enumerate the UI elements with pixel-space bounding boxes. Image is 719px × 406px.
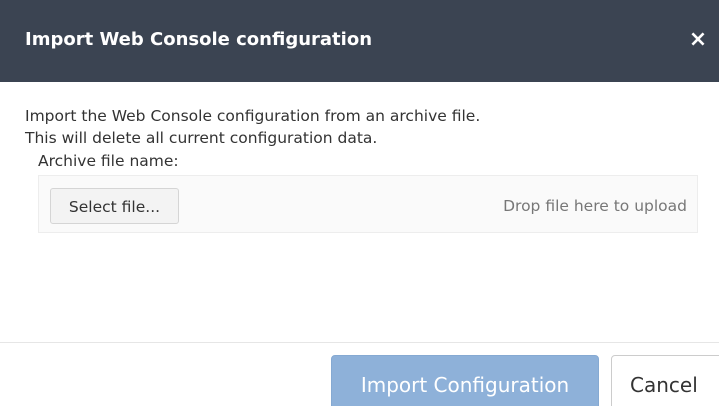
- cancel-button[interactable]: Cancel: [611, 355, 719, 406]
- footer-divider: [0, 342, 719, 343]
- import-config-dialog: Import Web Console configuration × Impor…: [0, 0, 719, 406]
- description-line-2: This will delete all current configurati…: [25, 129, 378, 147]
- drop-hint-text: Drop file here to upload: [503, 197, 687, 215]
- description-line-1: Import the Web Console configuration fro…: [25, 107, 481, 125]
- dialog-title: Import Web Console configuration: [25, 29, 373, 50]
- import-configuration-button[interactable]: Import Configuration: [331, 355, 599, 406]
- file-drop-zone[interactable]: Select file... Drop file here to upload: [38, 175, 698, 233]
- select-file-button[interactable]: Select file...: [50, 188, 179, 224]
- dialog-header: Import Web Console configuration ×: [0, 0, 719, 82]
- close-icon[interactable]: ×: [686, 26, 710, 54]
- archive-file-label: Archive file name:: [38, 152, 179, 170]
